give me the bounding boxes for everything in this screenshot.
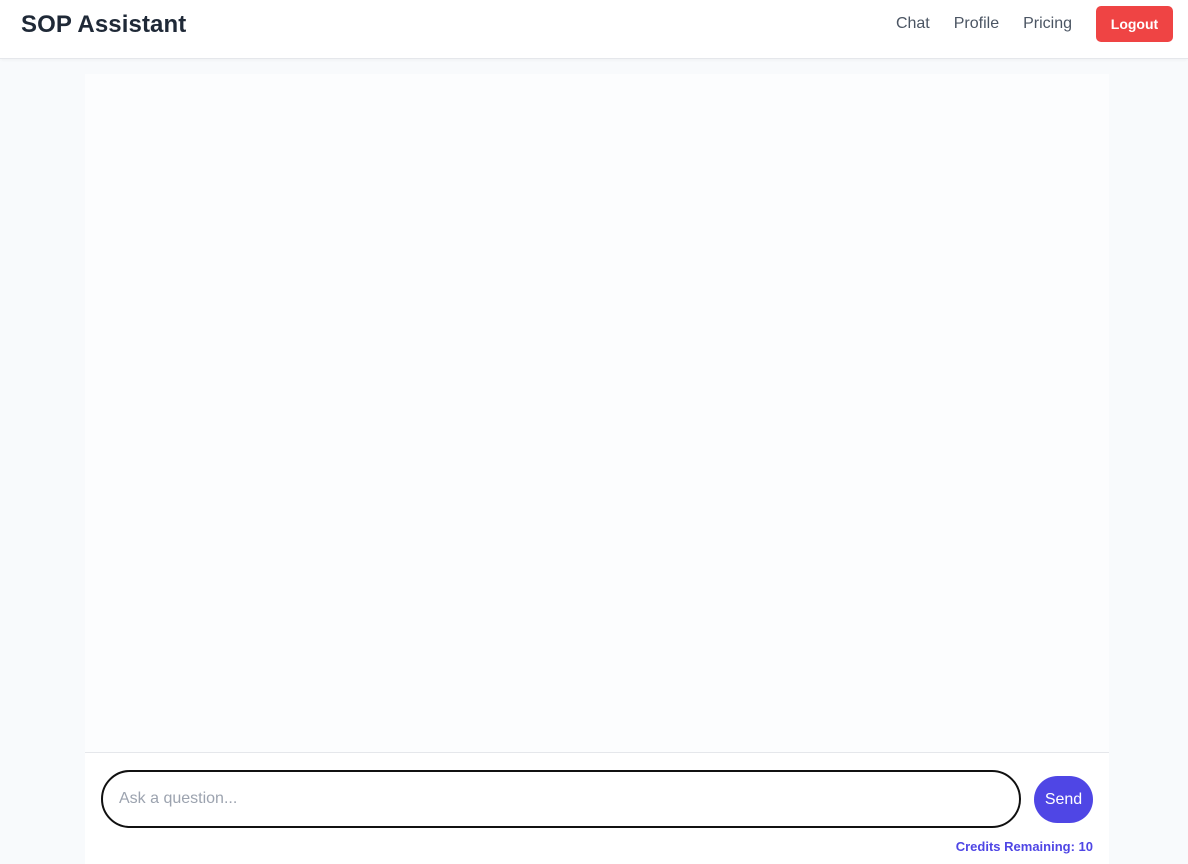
- credits-remaining: Credits Remaining: 10: [955, 839, 1093, 854]
- app-title: SOP Assistant: [21, 11, 187, 38]
- top-navbar: SOP Assistant Chat Profile Pricing Logou…: [0, 0, 1188, 59]
- nav-links: Chat Profile Pricing Logout: [896, 6, 1173, 42]
- nav-link-pricing[interactable]: Pricing: [1023, 15, 1072, 33]
- question-input[interactable]: [101, 770, 1021, 828]
- nav-link-profile[interactable]: Profile: [954, 15, 999, 33]
- logout-button[interactable]: Logout: [1096, 6, 1173, 42]
- chat-input-bar: Send Credits Remaining: 10: [85, 752, 1109, 864]
- send-button[interactable]: Send: [1034, 776, 1093, 823]
- chat-panel: Send Credits Remaining: 10: [85, 74, 1109, 864]
- messages-area[interactable]: [85, 74, 1109, 752]
- nav-link-chat[interactable]: Chat: [896, 15, 930, 33]
